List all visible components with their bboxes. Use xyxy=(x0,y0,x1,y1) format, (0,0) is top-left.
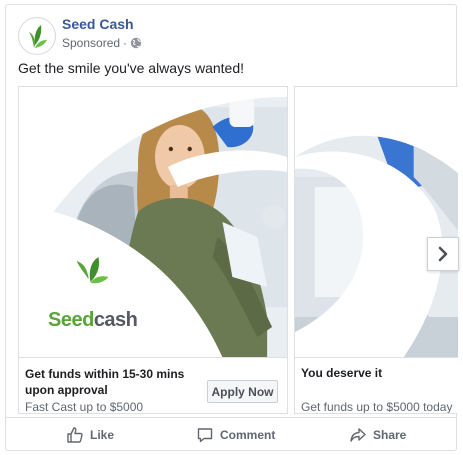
page-name-link[interactable]: Seed Cash xyxy=(62,16,134,32)
comment-icon xyxy=(197,428,213,443)
comment-button[interactable]: Comment xyxy=(196,418,275,452)
card-1-headline: Get funds within 15-30 mins upon approva… xyxy=(25,367,185,397)
share-label: Share xyxy=(373,428,407,442)
post-actions-bar: Like Comment Share xyxy=(6,417,456,452)
card-image-dentist[interactable] xyxy=(295,87,458,357)
post-message: Get the smile you've always wanted! xyxy=(18,60,245,76)
meta-separator: · xyxy=(123,36,128,50)
card-2-description: Get funds up to $5000 today xyxy=(301,400,453,414)
like-label: Like xyxy=(90,428,115,442)
carousel-next-button[interactable] xyxy=(427,237,459,271)
share-icon xyxy=(350,428,366,442)
seedcash-wordmark: Seedcash xyxy=(48,309,138,331)
comment-label: Comment xyxy=(220,428,276,442)
card-2-footer: You deserve it Get funds up to $5000 tod… xyxy=(295,357,458,413)
sponsored-post: Seed Cash Sponsored · Get the smile you'… xyxy=(5,4,459,452)
card-2-headline: You deserve it xyxy=(301,366,383,380)
page-avatar[interactable] xyxy=(18,17,56,55)
post-meta: Sponsored · xyxy=(62,36,142,50)
apply-now-button[interactable]: Apply Now xyxy=(207,380,278,403)
carousel-card-1[interactable]: Seedcash Get funds within 15-30 mins upo… xyxy=(18,86,288,414)
chevron-right-icon xyxy=(438,246,448,262)
like-button[interactable]: Like xyxy=(66,418,114,452)
seed-leaf-logo-icon xyxy=(29,25,47,48)
card-1-footer: Get funds within 15-30 mins upon approva… xyxy=(19,357,287,413)
share-button[interactable]: Share xyxy=(349,418,406,452)
carousel: Seedcash Get funds within 15-30 mins upo… xyxy=(18,86,458,415)
card-1-description: Fast Cast up to $5000 xyxy=(25,400,144,414)
sponsored-label[interactable]: Sponsored xyxy=(62,36,120,50)
thumbs-up-icon xyxy=(67,427,83,443)
globe-icon xyxy=(130,37,142,49)
